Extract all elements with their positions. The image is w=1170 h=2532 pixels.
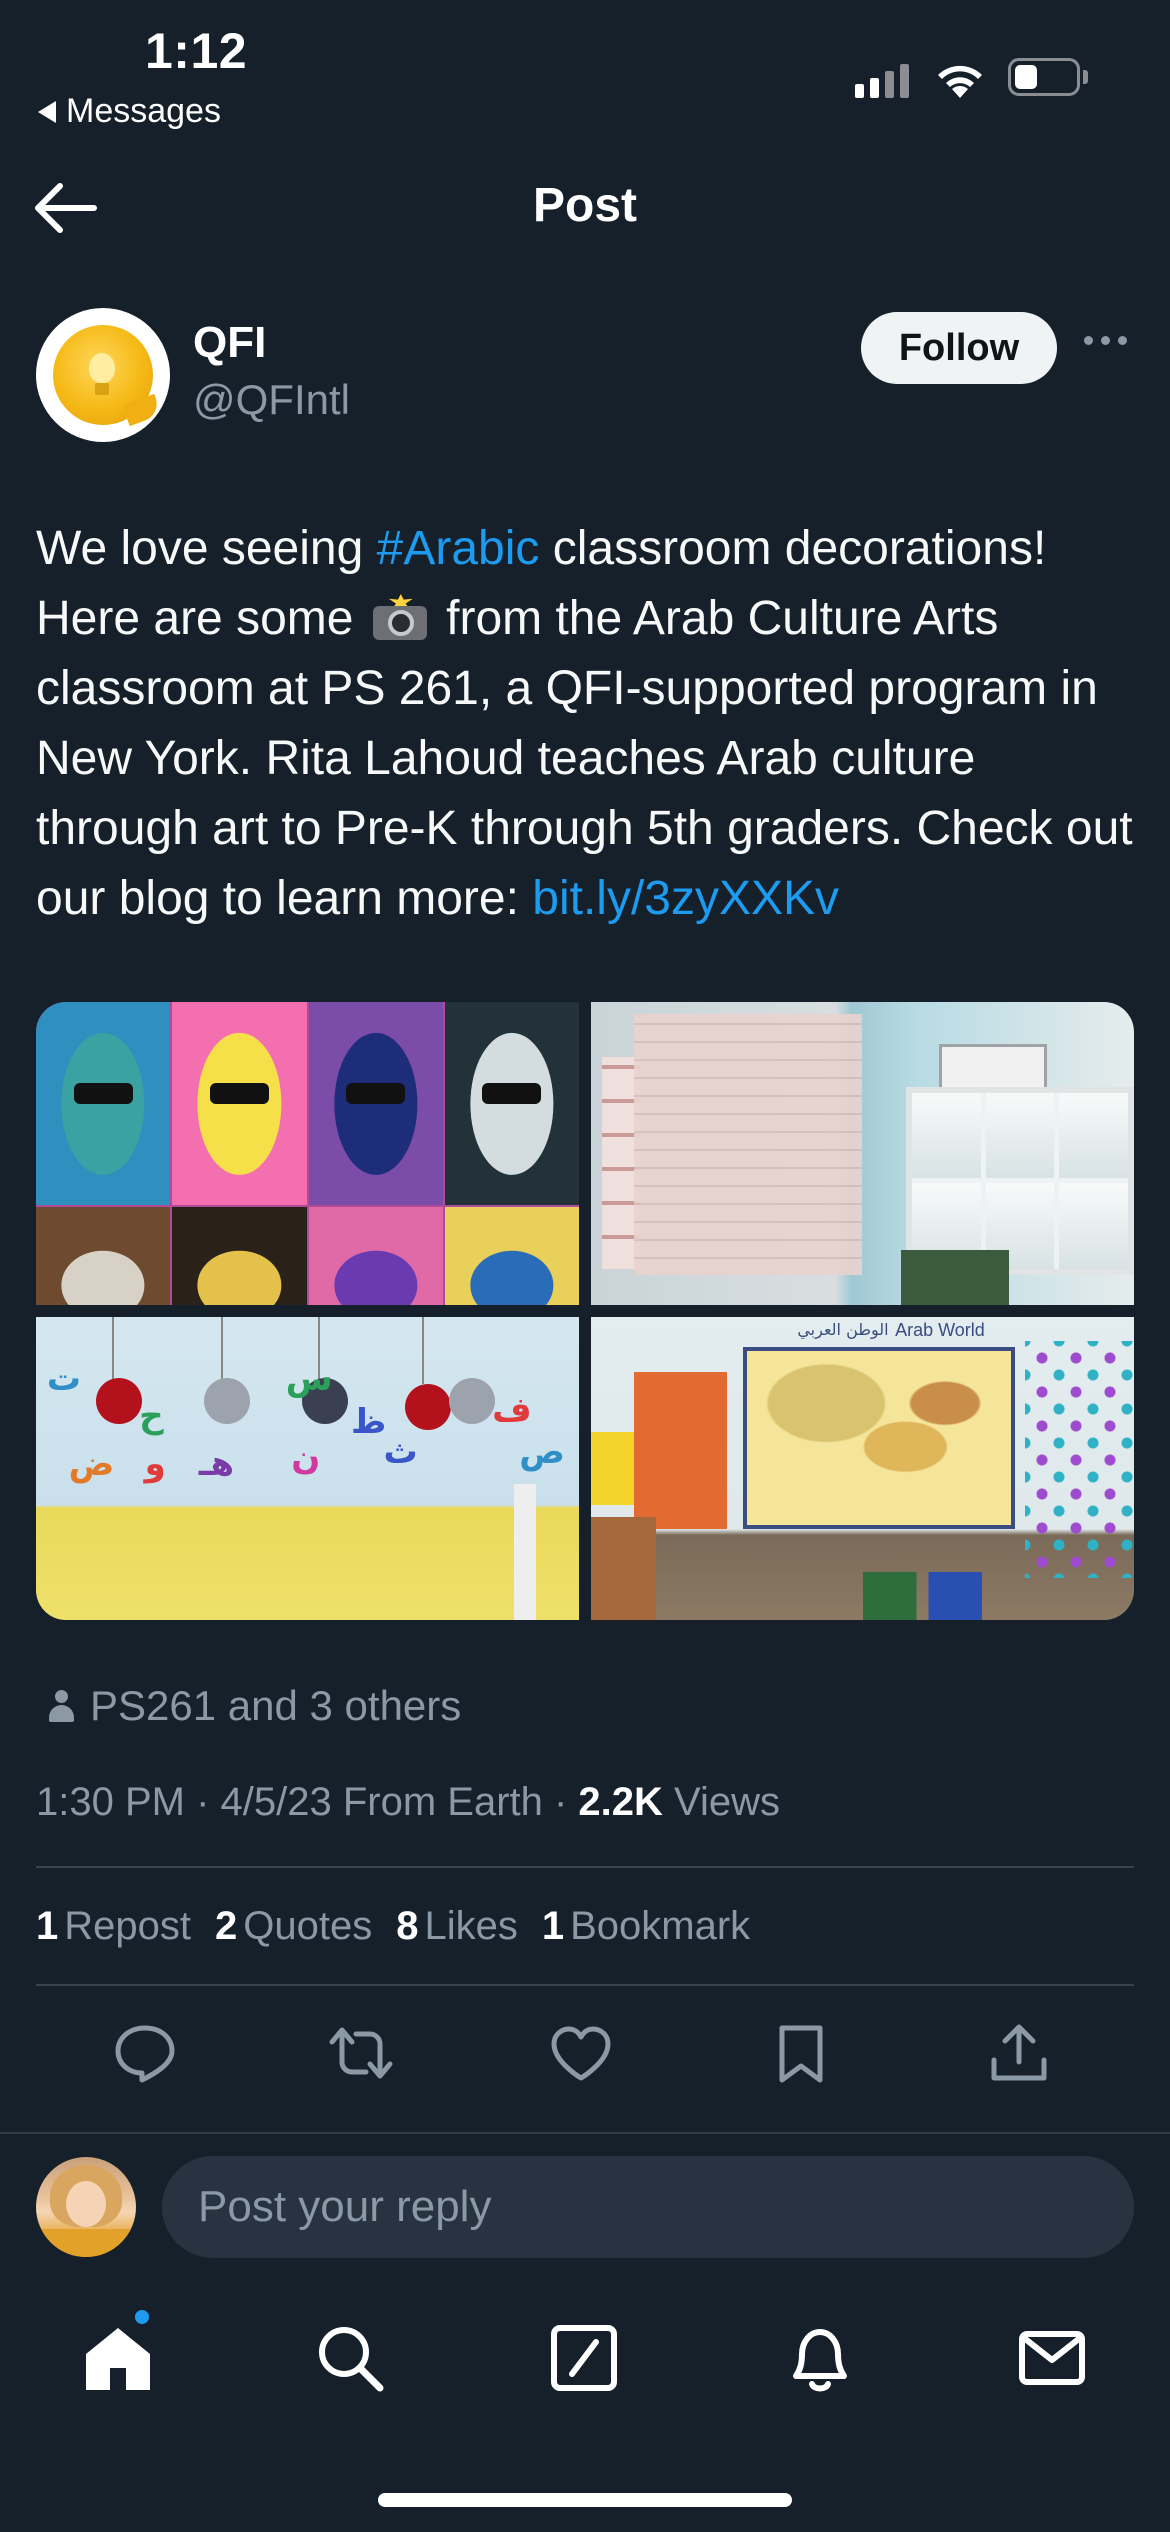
camera-with-flash-icon xyxy=(371,594,429,640)
reposts-stat[interactable]: 1 Repost xyxy=(36,1904,191,1949)
compose-icon[interactable] xyxy=(546,2320,622,2396)
media-grid: ت ح س ظ ف ض و هـ ن ث ص الوطن العربي Arab… xyxy=(36,1002,1134,1620)
timestamp-text: 1:30 PM · 4/5/23 From Earth · xyxy=(36,1780,579,1824)
back-app-label: Messages xyxy=(66,92,221,130)
quotes-stat[interactable]: 2 Quotes xyxy=(215,1904,372,1949)
tagged-users[interactable]: PS261 and 3 others xyxy=(48,1682,461,1730)
map-sign-arabic: الوطن العربي xyxy=(797,1320,889,1340)
arabic-letters-photo[interactable]: ت ح س ظ ف ض و هـ ن ث ص xyxy=(36,1317,579,1620)
home-icon[interactable] xyxy=(80,2320,156,2396)
follow-button[interactable]: Follow xyxy=(861,312,1057,384)
notification-dot xyxy=(132,2307,152,2327)
battery-nub xyxy=(1083,70,1088,84)
author-name[interactable]: QFI xyxy=(193,318,266,368)
wifi-icon xyxy=(938,65,982,98)
tagged-users-label: PS261 and 3 others xyxy=(90,1682,462,1729)
engagement-stats: 1 Repost 2 Quotes 8 Likes 1 Bookmark xyxy=(36,1904,750,1949)
reply-icon[interactable] xyxy=(112,2022,178,2084)
arab-world-map-photo[interactable]: الوطن العربي Arab World xyxy=(591,1317,1134,1620)
page-title: Post xyxy=(532,179,637,232)
divider xyxy=(36,1866,1134,1868)
map-sign-english: Arab World xyxy=(895,1320,985,1341)
post-text: We love seeing #Arabic classroom decorat… xyxy=(36,514,1146,934)
like-icon[interactable] xyxy=(548,2022,614,2084)
qfi-logo-icon xyxy=(53,325,162,427)
reply-input[interactable]: Post your reply xyxy=(162,2156,1134,2258)
messages-icon[interactable] xyxy=(1014,2320,1090,2396)
post-text-part: We love seeing xyxy=(36,522,377,575)
bookmark-icon[interactable] xyxy=(768,2022,834,2084)
more-options-icon[interactable] xyxy=(1084,336,1127,345)
share-icon[interactable] xyxy=(986,2022,1052,2084)
cellular-signal-icon xyxy=(855,58,909,98)
hashtag-link[interactable]: #Arabic xyxy=(377,522,540,575)
views-count: 2.2K xyxy=(578,1780,663,1824)
author-avatar[interactable] xyxy=(36,308,170,442)
person-icon xyxy=(48,1690,74,1722)
user-avatar[interactable] xyxy=(36,2157,136,2257)
divider xyxy=(36,1984,1134,1986)
post-link[interactable]: bit.ly/3zyXXKv xyxy=(532,872,839,925)
back-to-app-link[interactable]: Messages xyxy=(38,92,221,131)
battery-icon xyxy=(1008,58,1080,96)
repost-icon[interactable] xyxy=(328,2022,394,2084)
author-handle[interactable]: @QFIntl xyxy=(193,376,350,424)
likes-stat[interactable]: 8 Likes xyxy=(396,1904,518,1949)
notifications-icon[interactable] xyxy=(782,2320,858,2396)
portraits-art-photo[interactable] xyxy=(36,1002,579,1305)
divider xyxy=(0,2132,1170,2134)
post-timestamp: 1:30 PM · 4/5/23 From Earth · 2.2K Views xyxy=(36,1780,780,1825)
bookmarks-stat[interactable]: 1 Bookmark xyxy=(542,1904,750,1949)
views-label: Views xyxy=(662,1780,781,1824)
status-time: 1:12 xyxy=(145,23,248,79)
home-indicator[interactable] xyxy=(378,2493,792,2507)
back-triangle-icon xyxy=(38,100,56,123)
search-icon[interactable] xyxy=(312,2320,388,2396)
classroom-wall-photo[interactable] xyxy=(591,1002,1134,1305)
